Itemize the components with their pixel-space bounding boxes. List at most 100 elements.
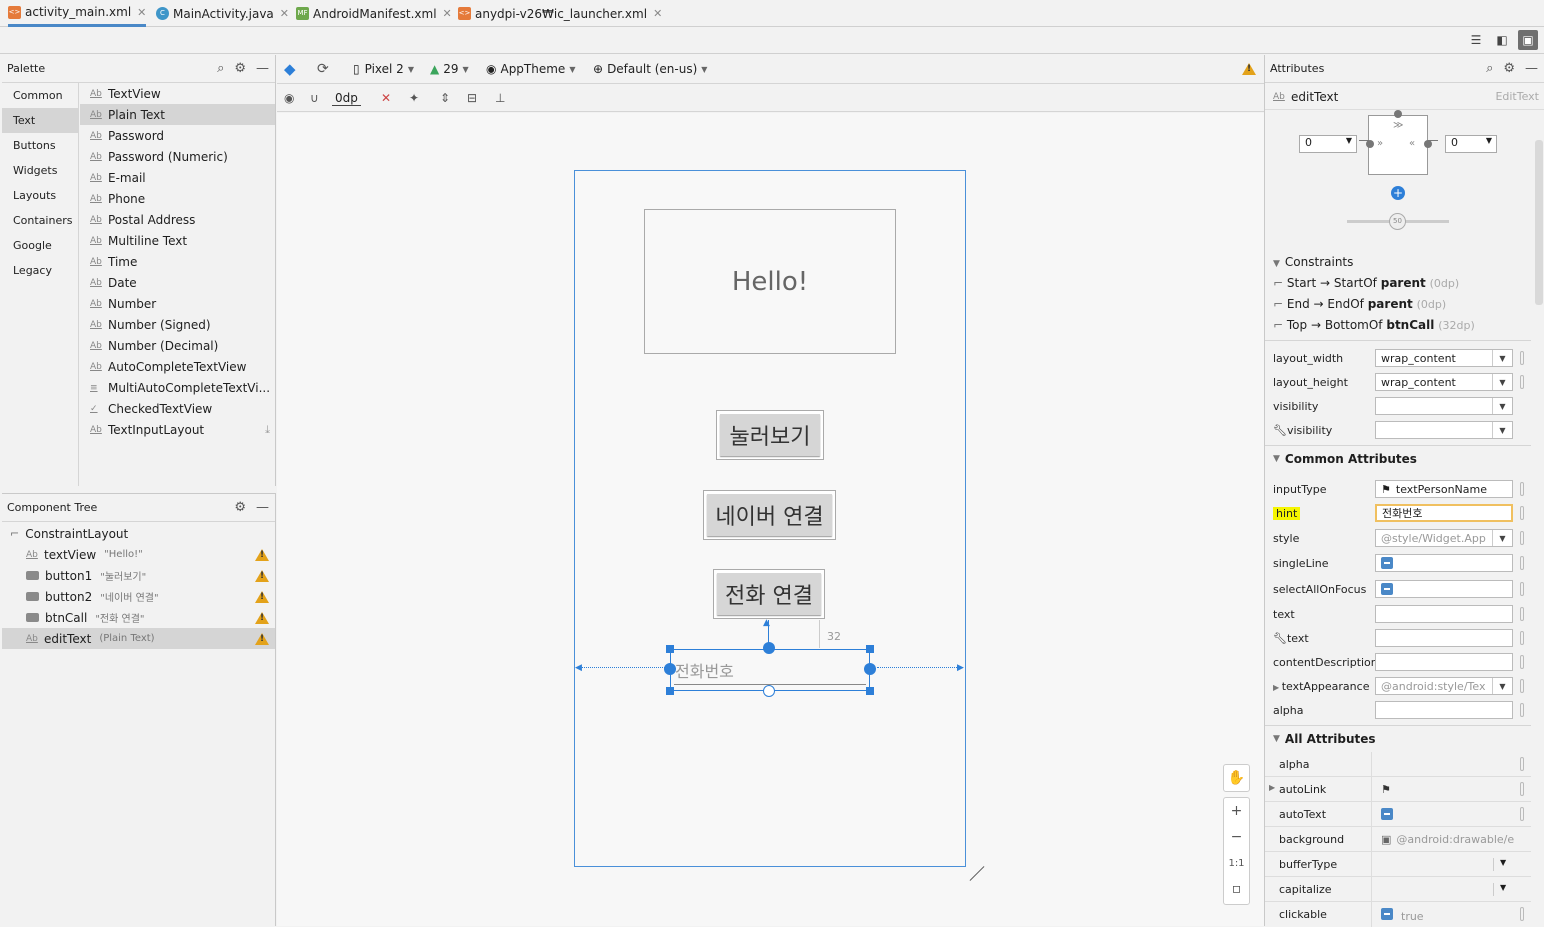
palette-category-legacy[interactable]: Legacy [2, 258, 78, 283]
infer-constraints-icon[interactable]: ✦ [409, 84, 419, 112]
selectallonfocus-field[interactable] [1375, 580, 1513, 598]
alpha-field[interactable] [1375, 701, 1513, 719]
tab-android-manifest[interactable]: MF AndroidManifest.xml ✕ [296, 0, 452, 27]
button2[interactable]: 네이버 연결 [703, 490, 836, 540]
tab-activity-main[interactable]: <> activity_main.xml ✕ [8, 0, 147, 27]
gear-icon[interactable]: ⚙ [234, 500, 246, 515]
palette-item[interactable]: Ab Password [80, 125, 275, 146]
text-field[interactable] [1375, 605, 1513, 623]
clear-constraints-icon[interactable]: ✕ [381, 84, 391, 112]
palette-category-containers[interactable]: Containers [2, 208, 78, 233]
locale-selector[interactable]: ⊕ Default (en-us) ▼ [593, 55, 707, 83]
scrollbar[interactable] [1535, 140, 1543, 305]
margin-end-field[interactable]: 0 ▼ [1445, 135, 1497, 153]
warning-icon[interactable] [255, 632, 269, 645]
warning-icon[interactable] [255, 611, 269, 624]
palette-item[interactable]: ✓ CheckedTextView [80, 398, 275, 419]
tree-item-button1[interactable]: button1 "눌러보기" [2, 565, 275, 586]
align-icon[interactable]: ⊟ [467, 84, 477, 112]
layout-width-field[interactable]: wrap_content ▼ [1375, 349, 1513, 367]
contentdescription-field[interactable] [1375, 653, 1513, 671]
default-margin[interactable]: 0dp [332, 84, 361, 112]
split-view-icon[interactable]: ◧ [1492, 30, 1512, 50]
palette-category-text[interactable]: Text [2, 108, 78, 133]
design-view-icon[interactable]: ▣ [1518, 30, 1538, 50]
all-attr-background[interactable]: background ▣ @android:drawable/e [1265, 827, 1531, 852]
btncall-button[interactable]: 전화 연결 [713, 569, 825, 619]
end-anchor[interactable] [864, 663, 876, 675]
warning-icon[interactable] [1242, 55, 1256, 83]
bias-knob[interactable]: 50 [1389, 213, 1406, 230]
checkbox-icon[interactable] [1381, 557, 1393, 569]
all-attr-clickable[interactable]: clickable true [1265, 902, 1531, 927]
textappearance-field[interactable]: @android:style/Tex ▼ [1375, 677, 1513, 695]
close-icon[interactable]: ✕ [280, 7, 289, 20]
tree-root[interactable]: ⌐ ConstraintLayout [2, 523, 275, 544]
visibility-field[interactable]: ▼ [1375, 397, 1513, 415]
palette-item[interactable]: ≡ MultiAutoCompleteTextVi... [80, 377, 275, 398]
expand-icon[interactable]: ▶ [1269, 783, 1275, 792]
margin-start-field[interactable]: 0 ▼ [1299, 135, 1357, 153]
resize-handle[interactable] [666, 645, 674, 653]
singleline-field[interactable] [1375, 554, 1513, 572]
layout-height-field[interactable]: wrap_content ▼ [1375, 373, 1513, 391]
style-field[interactable]: @style/Widget.App ▼ [1375, 529, 1513, 547]
palette-item[interactable]: Ab Postal Address [80, 209, 275, 230]
button1[interactable]: 눌러보기 [716, 410, 824, 460]
resize-device-handle[interactable] [969, 866, 985, 881]
code-view-icon[interactable]: ☰ [1466, 30, 1486, 50]
start-anchor[interactable] [664, 663, 676, 675]
tree-item-btncall[interactable]: btnCall "전화 연결" [2, 607, 275, 628]
pack-icon[interactable]: ⇕ [440, 84, 450, 112]
palette-category-buttons[interactable]: Buttons [2, 133, 78, 158]
top-constraint-dot[interactable] [1394, 110, 1402, 118]
checkbox-icon[interactable] [1381, 908, 1393, 920]
warning-icon[interactable] [255, 548, 269, 561]
all-attributes-header[interactable]: ▼ All Attributes [1265, 725, 1531, 751]
eye-icon[interactable]: ◉ [284, 84, 294, 112]
palette-item[interactable]: Ab Phone [80, 188, 275, 209]
gear-icon[interactable]: ⚙ [234, 61, 246, 76]
palette-category-common[interactable]: Common [2, 83, 78, 108]
all-attr-autolink[interactable]: ▶ autoLink ⚑ [1265, 777, 1531, 802]
start-constraint-dot[interactable] [1366, 140, 1374, 148]
tab-ic-launcher[interactable]: <> anydpi-v26₩ic_launcher.xml ✕ [458, 0, 662, 27]
close-icon[interactable]: ✕ [137, 6, 146, 19]
constraint-end[interactable]: ⌐ End → EndOf parent (0dp) [1273, 297, 1446, 311]
palette-item[interactable]: Ab Password (Numeric) [80, 146, 275, 167]
device-selector[interactable]: ▯ Pixel 2 ▼ [353, 55, 414, 83]
resize-handle[interactable] [666, 687, 674, 695]
palette-item[interactable]: Ab Number (Decimal) [80, 335, 275, 356]
palette-item[interactable]: Ab E-mail [80, 167, 275, 188]
resize-handle[interactable] [866, 687, 874, 695]
zoom-fit-icon[interactable]: ▫ [1224, 876, 1249, 902]
palette-item[interactable]: Ab TextInputLayout ⤓ [80, 419, 275, 440]
widget-id[interactable]: editText [1291, 90, 1338, 104]
palette-item[interactable]: Ab Time [80, 251, 275, 272]
tree-item-edittext[interactable]: Ab editText (Plain Text) [2, 628, 275, 649]
chevron-down-icon[interactable]: ▼ [1493, 883, 1506, 896]
palette-item[interactable]: Ab Number [80, 293, 275, 314]
minimize-icon[interactable]: — [256, 61, 269, 76]
chevron-down-icon[interactable]: ▼ [1493, 858, 1506, 871]
all-attr-buffertype[interactable]: bufferType ▼ [1265, 852, 1531, 877]
minimize-icon[interactable]: — [256, 500, 269, 515]
palette-category-google[interactable]: Google [2, 233, 78, 258]
add-constraint-icon[interactable]: + [1391, 186, 1405, 200]
api-selector[interactable]: ▲ 29 ▼ [430, 55, 469, 83]
expand-icon[interactable]: ▶ [1273, 683, 1282, 692]
all-attr-autotext[interactable]: autoText [1265, 802, 1531, 827]
hello-textview[interactable]: Hello! [644, 209, 896, 354]
all-attr-alpha[interactable]: alpha [1265, 752, 1531, 777]
orientation-icon[interactable]: ⟳ [317, 55, 329, 83]
magnet-icon[interactable]: ∪ [310, 84, 319, 112]
search-icon[interactable]: ⌕ [217, 61, 224, 76]
warning-icon[interactable] [255, 569, 269, 582]
tree-item-button2[interactable]: button2 "네이버 연결" [2, 586, 275, 607]
palette-item[interactable]: Ab Plain Text [80, 104, 275, 125]
palette-category-widgets[interactable]: Widgets [2, 158, 78, 183]
warning-icon[interactable] [255, 590, 269, 603]
end-constraint-dot[interactable] [1424, 140, 1432, 148]
tools-visibility-field[interactable]: ▼ [1375, 421, 1513, 439]
zoom-in-icon[interactable]: + [1224, 798, 1249, 824]
